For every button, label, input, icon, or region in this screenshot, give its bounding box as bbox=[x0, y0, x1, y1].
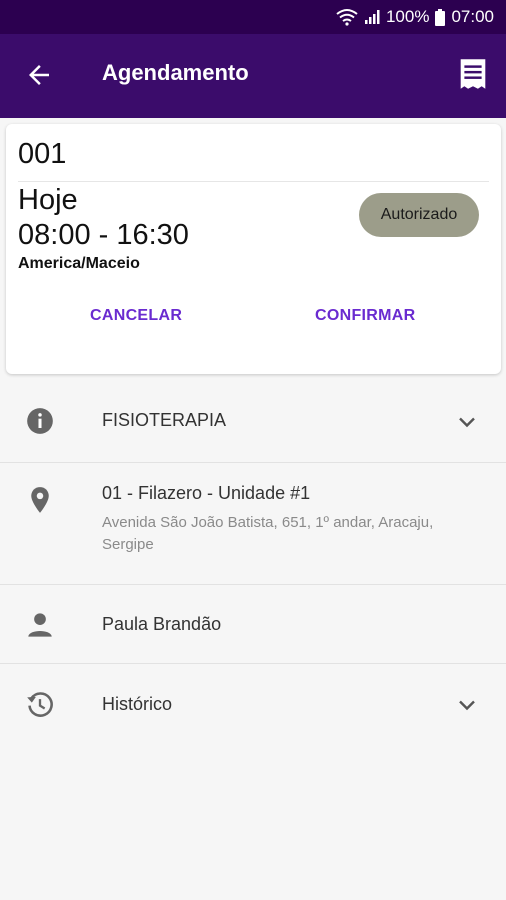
history-row[interactable]: Histórico bbox=[0, 664, 506, 744]
location-name: 01 - Filazero - Unidade #1 bbox=[102, 483, 311, 503]
divider bbox=[18, 181, 489, 182]
wifi-icon bbox=[336, 8, 358, 26]
location-pin-icon bbox=[26, 486, 54, 514]
service-row[interactable]: FISIOTERAPIA bbox=[0, 382, 506, 463]
person-name: Paula Brandão bbox=[102, 614, 222, 634]
chevron-down-icon[interactable] bbox=[455, 410, 479, 434]
page-title: Agendamento bbox=[102, 60, 249, 85]
location-row[interactable]: 01 - Filazero - Unidade #1 Avenida São J… bbox=[0, 463, 506, 585]
location-address: Avenida São João Batista, 651, 1º andar,… bbox=[102, 514, 434, 553]
appointment-timezone: America/Maceio bbox=[18, 255, 140, 272]
confirm-button[interactable]: CONFIRMAR bbox=[315, 307, 415, 325]
battery-percent: 100% bbox=[385, 7, 430, 26]
status-bar: 100% 07:00 bbox=[0, 0, 506, 34]
history-icon bbox=[26, 691, 54, 719]
appointment-time-range: 08:00 - 16:30 bbox=[18, 219, 189, 251]
status-badge: Autorizado bbox=[359, 193, 479, 237]
appointment-day: Hoje bbox=[18, 184, 78, 216]
back-arrow-icon[interactable] bbox=[24, 60, 54, 90]
service-label: FISIOTERAPIA bbox=[102, 410, 227, 430]
signal-icon bbox=[364, 9, 380, 25]
clock: 07:00 bbox=[451, 7, 494, 26]
battery-icon bbox=[435, 8, 446, 26]
cancel-button[interactable]: CANCELAR bbox=[90, 307, 182, 325]
appointment-code: 001 bbox=[18, 138, 67, 170]
history-label: Histórico bbox=[102, 694, 173, 714]
person-row: Paula Brandão bbox=[0, 585, 506, 664]
app-bar: Agendamento bbox=[0, 34, 506, 118]
appointment-card: 001 Hoje 08:00 - 16:30 America/Maceio Au… bbox=[6, 124, 501, 374]
chevron-down-icon[interactable] bbox=[455, 693, 479, 717]
receipt-icon[interactable] bbox=[458, 58, 488, 90]
info-icon bbox=[26, 407, 54, 435]
person-icon bbox=[26, 611, 54, 639]
